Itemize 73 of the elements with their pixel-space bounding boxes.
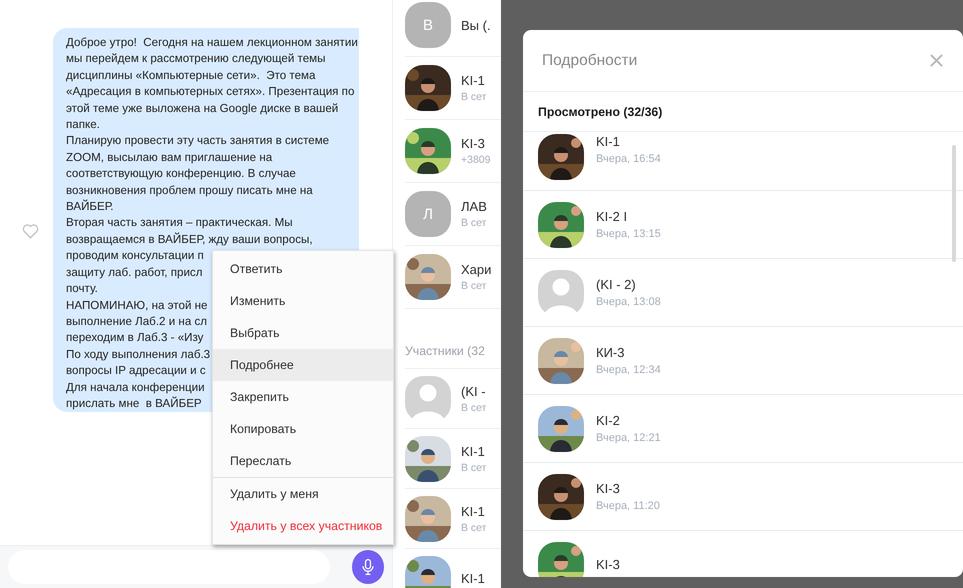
- message-line: возвращаемся в ВАЙБЕР, жду ваши вопросы,: [66, 232, 313, 248]
- message-line: ZOOM, высылаю вам приглашение на: [66, 150, 272, 166]
- menu-item[interactable]: Выбрать: [213, 317, 393, 349]
- member-status: В сет: [461, 402, 486, 414]
- message-line: НАПОМИНАЮ, на этой не: [66, 298, 208, 314]
- member-status: В сет: [461, 280, 488, 292]
- message-line: «Адресация в компьютерных сетях». Презентация по: [66, 84, 354, 100]
- message-line: защиту лаб. работ, присл: [66, 264, 202, 281]
- member-status: +3809: [461, 154, 490, 166]
- viewer-name: KI-2: [596, 413, 621, 428]
- microphone-icon: [360, 558, 375, 576]
- message-line: Доброе утро! Сегодня на нашем лекционном занятии: [66, 35, 358, 51]
- message-line: ВАЙБЕР.: [66, 199, 114, 216]
- menu-item[interactable]: Переслать: [213, 445, 393, 477]
- viewer-name: KI-3: [596, 481, 621, 496]
- viewer-name: КИ-3: [596, 345, 626, 360]
- menu-item[interactable]: Удалить у всех участников: [213, 510, 393, 542]
- menu-item[interactable]: Удалить у меня: [213, 478, 393, 510]
- member-name: KI-1: [461, 571, 485, 586]
- default-avatar-icon: [538, 270, 584, 316]
- message-line: возникновения проблем прошу писать мне на: [66, 182, 313, 199]
- message-line: Вторая часть занятия – практическая. Мы: [66, 215, 293, 232]
- member-status: В сет: [461, 217, 487, 229]
- message-line: мы перейдем к рассмотрению следующей темы: [66, 51, 326, 68]
- member-status: В сет: [461, 91, 486, 103]
- microphone-button[interactable]: [352, 550, 384, 584]
- message-line: этой теме уже выложена на Google диске в вашей: [66, 100, 338, 117]
- menu-item[interactable]: Закрепить: [213, 381, 393, 413]
- member-name: Вы (.: [461, 18, 491, 32]
- message-line: По ходу выполнения лаб.3: [66, 346, 210, 363]
- view-time: Вчера, 12:21: [596, 432, 661, 444]
- member-name: KI-1: [461, 73, 486, 88]
- menu-item[interactable]: Подробнее: [213, 349, 393, 381]
- message-line: вопросы IP адресации и с: [66, 363, 206, 380]
- avatar-letter: В: [422, 16, 433, 34]
- default-avatar-icon: [405, 376, 451, 422]
- scrollbar[interactable]: [952, 145, 956, 262]
- member-name: KI-3: [461, 136, 486, 151]
- view-time: Вчера, 11:20: [596, 500, 660, 512]
- member-name: Хари: [461, 262, 492, 277]
- viewer-name: KI-3: [596, 557, 620, 572]
- member-name: KI-1: [461, 504, 486, 518]
- viewer-name: KI-1: [596, 134, 621, 149]
- message-input-field[interactable]: [8, 550, 330, 584]
- message-line: проводим консультации п: [66, 248, 204, 264]
- viewer-name: (KI - 2): [596, 277, 637, 292]
- message-line: выполнение Лаб.2 и на сл: [66, 314, 208, 330]
- message-line: Для начала конференции: [66, 380, 205, 396]
- heart-icon[interactable]: [22, 224, 39, 239]
- message-line: дисциплины «Компьютерные сети». Это тема: [66, 68, 316, 84]
- message-line: прислать мне в ВАЙБЕР: [66, 396, 202, 412]
- dialog-title: Подробности: [542, 52, 638, 70]
- view-time: Вчера, 16:54: [596, 153, 661, 165]
- member-status: В сет: [461, 522, 486, 534]
- view-time: Вчера, 13:15: [596, 228, 661, 240]
- message-line: папке.: [66, 117, 100, 134]
- message-line: Планирую провести эту часть занятия в системе: [66, 133, 330, 150]
- menu-item[interactable]: Копировать: [213, 413, 393, 445]
- close-icon[interactable]: [930, 54, 943, 67]
- menu-item[interactable]: Ответить: [213, 253, 393, 285]
- member-name: (KI -: [461, 384, 486, 398]
- section-title: Просмотрено (32/36): [523, 92, 963, 132]
- viewer-name: KI-2 I: [596, 209, 628, 224]
- member-status: В сет: [461, 462, 486, 474]
- avatar-letter: Л: [423, 206, 433, 222]
- menu-item[interactable]: Изменить: [213, 285, 393, 317]
- member-name: ЛАВ: [461, 199, 487, 214]
- message-line: соответствующую конференцию. В случае: [66, 166, 296, 182]
- member-name: KI-1: [461, 444, 486, 458]
- message-line: переходим в Лаб.3 - «Изу: [66, 330, 204, 346]
- view-time: Вчера, 13:08: [596, 296, 661, 308]
- view-time: Вчера, 12:34: [596, 364, 661, 376]
- message-line: почту.: [66, 281, 98, 298]
